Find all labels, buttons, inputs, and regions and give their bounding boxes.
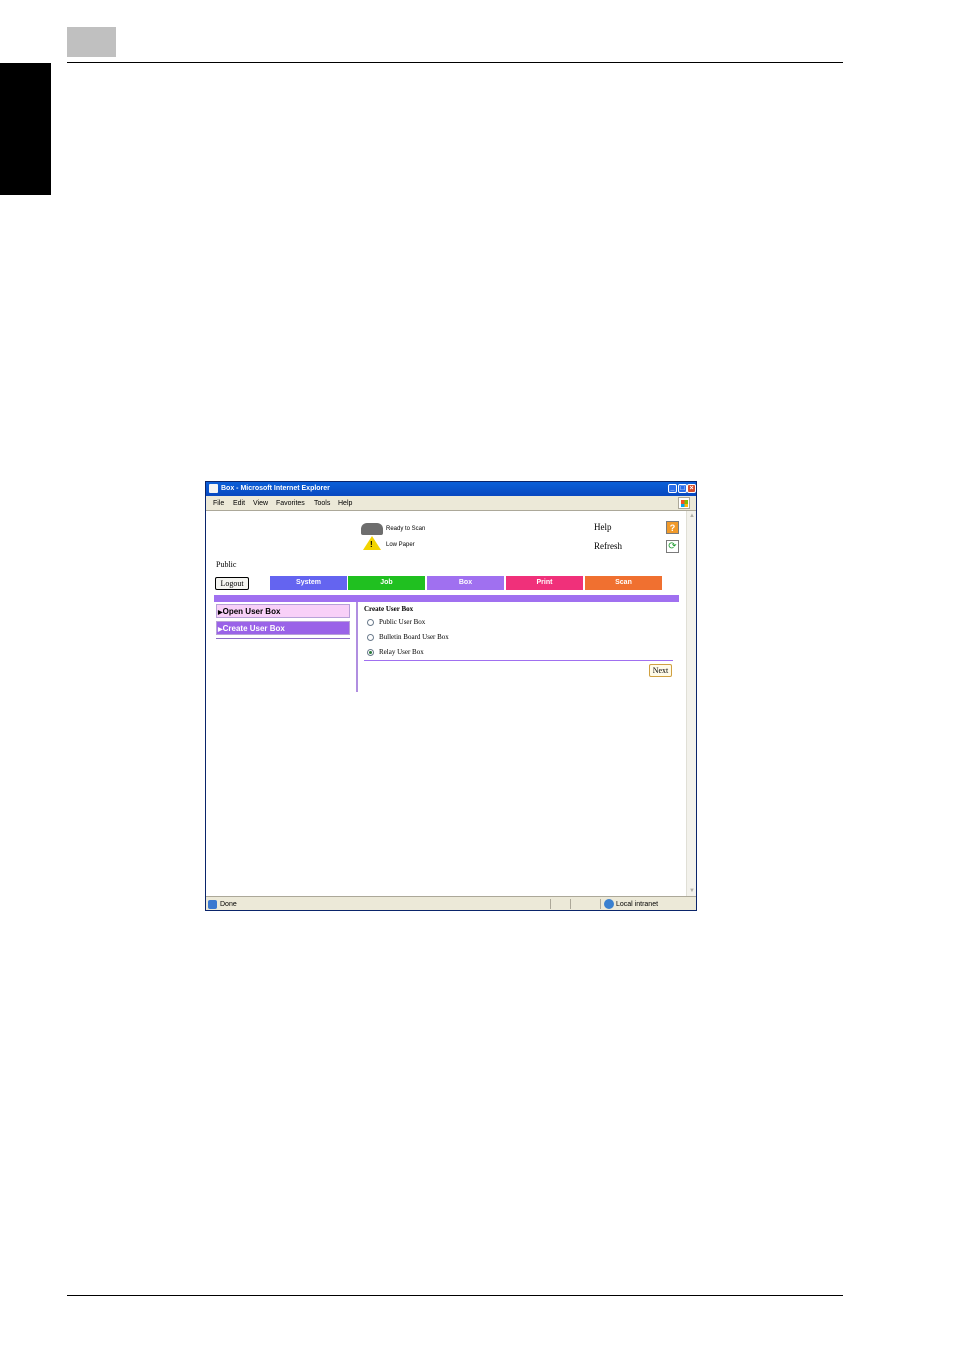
maximize-button[interactable]: □ (678, 484, 687, 493)
status-ready: Ready to Scan (386, 526, 426, 532)
help-link[interactable]: Help (594, 522, 612, 532)
footer-rule (67, 1295, 843, 1296)
left-menu-divider (216, 638, 350, 639)
tab-box[interactable]: Box (427, 576, 504, 590)
radio-bulletin-board-user-box[interactable] (367, 634, 374, 641)
box-tab-indicator-bar (214, 595, 679, 602)
menu-file[interactable]: File (213, 499, 224, 508)
tab-job[interactable]: Job (348, 576, 425, 590)
menu-open-label: Open User Box (222, 607, 281, 616)
form-divider (364, 660, 673, 661)
menu-open-user-box[interactable]: ▶Open User Box (216, 604, 350, 618)
radio-public-user-box[interactable] (367, 619, 374, 626)
refresh-symbol: ⟳ (668, 541, 677, 552)
status-separator (600, 899, 601, 909)
status-done-text: Done (220, 901, 237, 908)
tab-system[interactable]: System (270, 576, 347, 590)
next-button[interactable]: Next (649, 664, 672, 677)
menu-tools[interactable]: Tools (314, 499, 330, 508)
intranet-globe-icon (604, 899, 614, 909)
help-symbol: ? (669, 523, 676, 533)
browser-window: Box - Microsoft Internet Explorer _ □ × … (205, 481, 697, 911)
menu-view[interactable]: View (253, 499, 268, 508)
scroll-up-icon[interactable]: ▲ (688, 512, 696, 520)
minimize-button[interactable]: _ (668, 484, 677, 493)
status-low-paper: Low Paper (386, 542, 415, 548)
close-button[interactable]: × (687, 484, 696, 493)
menu-create-user-box[interactable]: ▶Create User Box (216, 621, 350, 635)
page-number-tab (67, 27, 116, 57)
user-name: Public (216, 560, 237, 569)
status-bar: Done Local intranet (206, 896, 696, 910)
menu-help[interactable]: Help (338, 499, 352, 508)
menu-create-label: Create User Box (222, 624, 285, 633)
status-separator (570, 899, 571, 909)
title-bar[interactable]: Box - Microsoft Internet Explorer _ □ × (206, 482, 696, 496)
header-rule (67, 62, 843, 63)
radio-bulletin-label: Bulletin Board User Box (379, 633, 449, 641)
status-zone-text: Local intranet (616, 901, 659, 908)
radio-public-label: Public User Box (379, 618, 426, 626)
vertical-scrollbar[interactable]: ▲ ▼ (686, 511, 696, 896)
ie-page-icon (209, 484, 218, 493)
status-separator (550, 899, 551, 909)
page-done-icon (208, 900, 217, 909)
scanner-icon (361, 523, 383, 535)
menu-favorites[interactable]: Favorites (276, 499, 305, 508)
radio-relay-label: Relay User Box (379, 648, 424, 656)
menu-edit[interactable]: Edit (233, 499, 245, 508)
tab-print[interactable]: Print (506, 576, 583, 590)
menu-bar: File Edit View Favorites Tools Help (206, 496, 696, 511)
section-title: Create User Box (364, 605, 414, 613)
help-icon[interactable]: ? (666, 521, 679, 534)
refresh-link[interactable]: Refresh (594, 541, 622, 551)
chapter-side-bar (0, 63, 51, 195)
radio-relay-user-box[interactable] (367, 649, 374, 656)
window-title: Box - Microsoft Internet Explorer (221, 485, 330, 492)
warning-icon (363, 536, 381, 550)
content-divider (356, 602, 358, 692)
scroll-down-icon[interactable]: ▼ (688, 887, 696, 895)
logout-button[interactable]: Logout (215, 577, 249, 590)
windows-logo-icon (678, 497, 690, 509)
tab-scan[interactable]: Scan (585, 576, 662, 590)
refresh-icon[interactable]: ⟳ (666, 540, 679, 553)
page-content: Ready to Scan Low Paper Help ? Refresh ⟳… (206, 511, 687, 896)
